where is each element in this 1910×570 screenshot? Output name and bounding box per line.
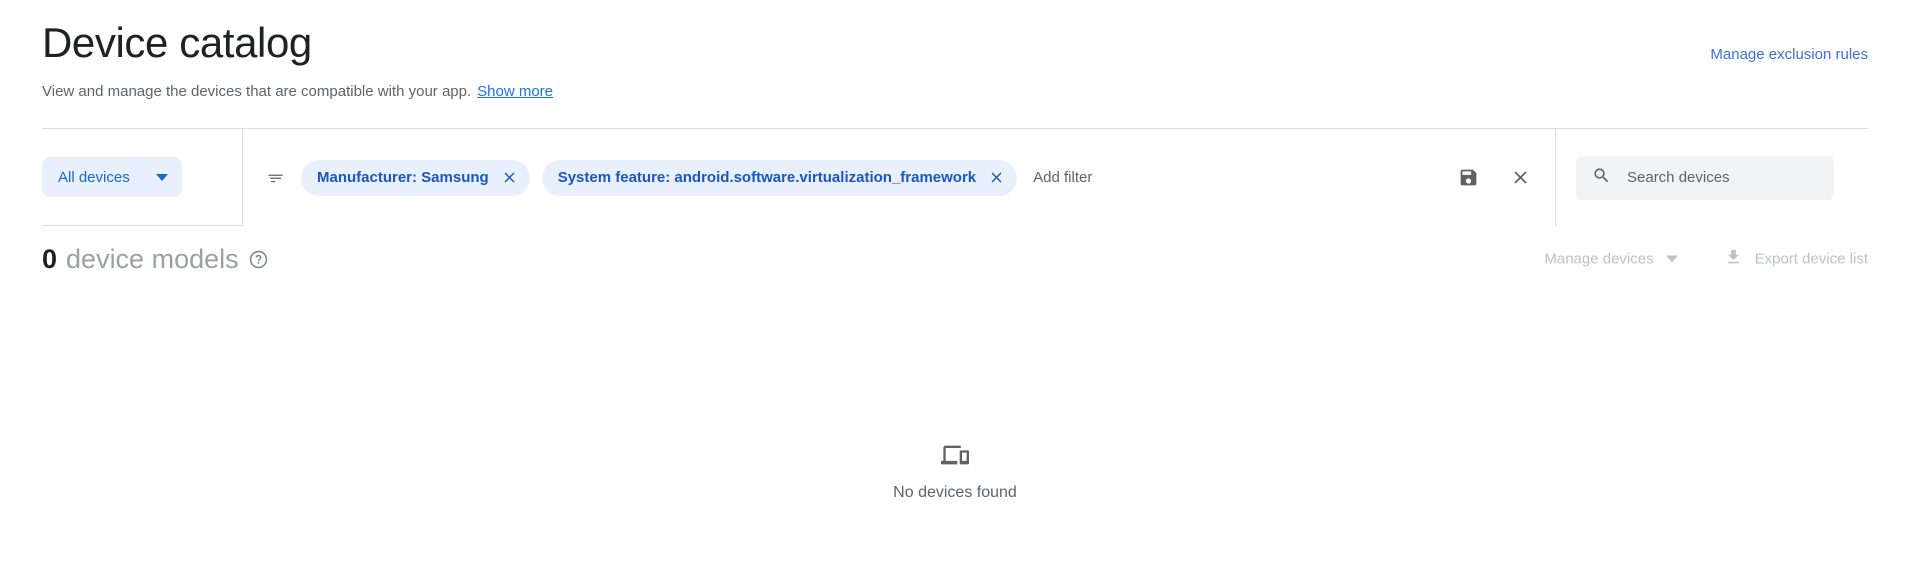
filter-chip-label: System feature: android.software.virtual… — [558, 169, 976, 186]
download-icon — [1724, 248, 1743, 271]
search-input[interactable]: Search devices — [1576, 156, 1834, 200]
filter-chip[interactable]: Manufacturer: Samsung — [301, 160, 530, 196]
filter-bar: All devices Manufacturer: Samsung System… — [42, 128, 1868, 226]
filter-chip-label: Manufacturer: Samsung — [317, 169, 489, 186]
page-title: Device catalog — [42, 18, 1868, 68]
clear-filters-icon[interactable] — [1507, 165, 1533, 191]
results-summary-row: 0 device models Manage devices Export de… — [42, 226, 1868, 292]
page-subtitle-text: View and manage the devices that are com… — [42, 83, 471, 100]
manage-devices-button[interactable]: Manage devices — [1544, 251, 1677, 268]
device-count-label: device models — [66, 242, 239, 276]
chevron-down-icon — [156, 174, 168, 181]
empty-state: No devices found — [0, 440, 1910, 502]
search-placeholder: Search devices — [1627, 169, 1730, 186]
add-filter-button[interactable]: Add filter — [1029, 169, 1092, 186]
filter-chip[interactable]: System feature: android.software.virtual… — [542, 160, 1017, 196]
page-header: Device catalog View and manage the devic… — [0, 0, 1910, 102]
close-icon[interactable] — [988, 169, 1005, 186]
filters-section: Manufacturer: Samsung System feature: an… — [243, 129, 1556, 226]
all-devices-dropdown[interactable]: All devices — [42, 157, 182, 197]
filter-actions — [1435, 165, 1533, 191]
device-scope-section: All devices — [42, 129, 243, 226]
save-icon[interactable] — [1455, 165, 1481, 191]
page-subtitle: View and manage the devices that are com… — [42, 82, 1868, 102]
export-device-list-label: Export device list — [1755, 251, 1868, 268]
help-icon[interactable] — [248, 249, 269, 270]
devices-icon — [937, 440, 973, 470]
empty-state-message: No devices found — [893, 484, 1017, 502]
close-icon[interactable] — [501, 169, 518, 186]
export-device-list-button[interactable]: Export device list — [1724, 248, 1868, 271]
filter-list-icon[interactable] — [265, 167, 287, 189]
search-icon — [1592, 166, 1611, 190]
all-devices-label: All devices — [58, 169, 130, 186]
results-actions: Manage devices Export device list — [1544, 248, 1868, 271]
device-count-number: 0 — [42, 242, 57, 276]
chevron-down-icon — [1666, 256, 1678, 263]
active-filter-chips: Manufacturer: Samsung System feature: an… — [301, 160, 1421, 196]
device-models-count: 0 device models — [42, 242, 269, 276]
show-more-link[interactable]: Show more — [477, 83, 553, 100]
manage-devices-label: Manage devices — [1544, 251, 1653, 268]
manage-exclusion-rules-link[interactable]: Manage exclusion rules — [1710, 45, 1868, 65]
search-section: Search devices — [1556, 129, 1868, 226]
